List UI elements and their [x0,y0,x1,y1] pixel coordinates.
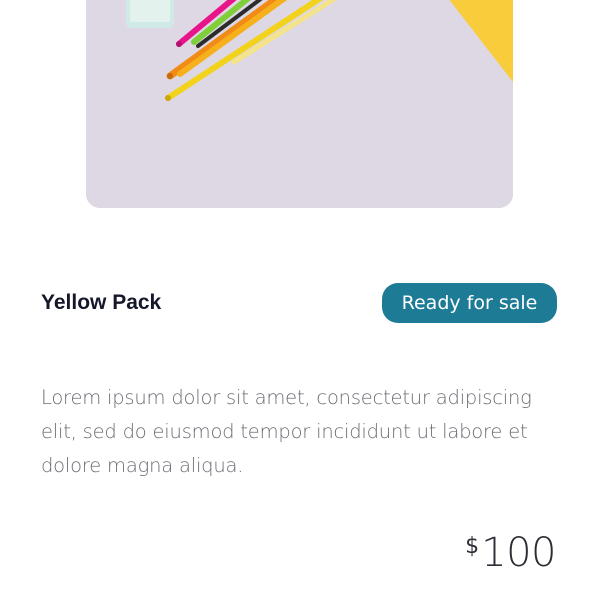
price-currency: $ [465,534,480,559]
product-image [86,0,513,208]
product-price: $ 100 [465,530,556,576]
product-title: Yellow Pack [41,291,162,314]
product-card: Yellow Pack Ready for sale Lorem ipsum d… [0,0,600,600]
price-amount: 100 [481,530,556,576]
product-description: Lorem ipsum dolor sit amet, consectetur … [41,386,532,477]
stationery-photo [86,0,513,208]
status-badge[interactable]: Ready for sale [382,283,557,323]
